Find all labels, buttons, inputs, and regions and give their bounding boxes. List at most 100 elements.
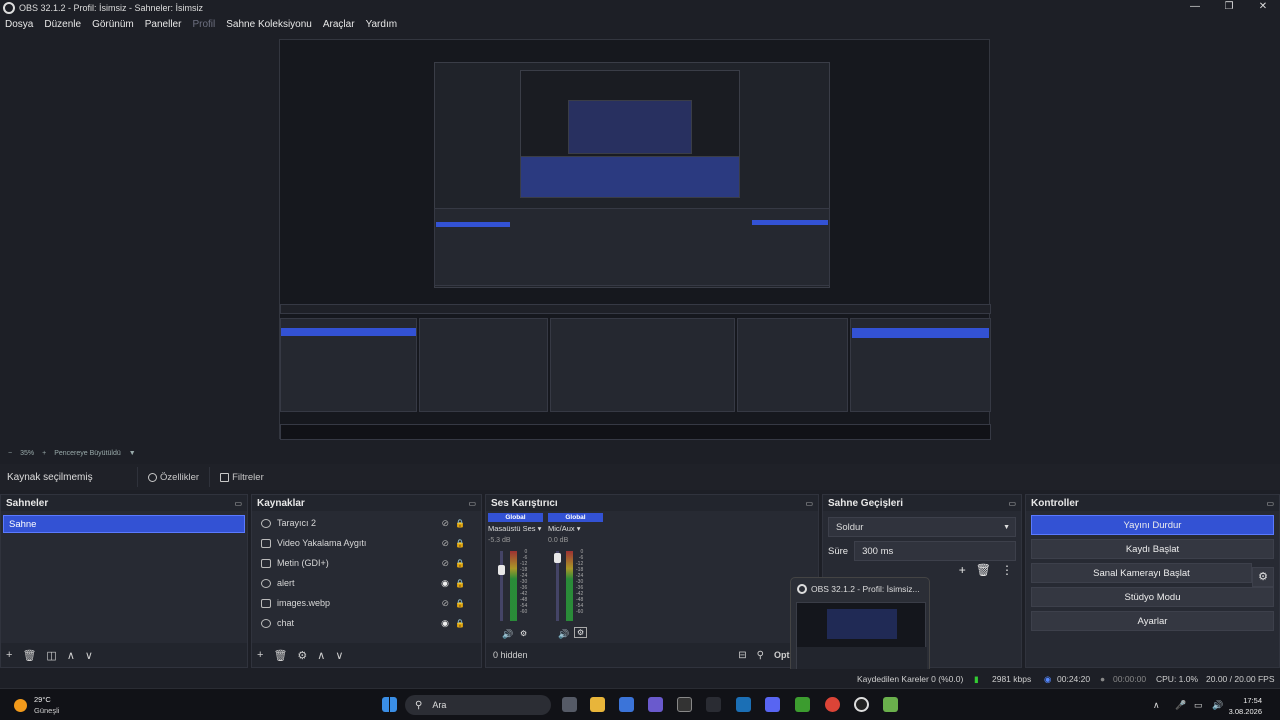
duration-input[interactable]: 300 ms	[854, 541, 1016, 561]
menu-scene-collection[interactable]: Sahne Koleksiyonu	[226, 19, 312, 30]
channel-settings-icon[interactable]: ⚙	[574, 627, 588, 638]
terminal-icon[interactable]	[677, 697, 692, 712]
close-icon[interactable]: ✕	[1246, 0, 1280, 14]
start-virtual-camera-button[interactable]: Sanal Kamerayı Başlat	[1093, 568, 1190, 579]
hidden-eye-icon[interactable]: ⊘	[441, 558, 449, 569]
volume-icon[interactable]: 🔊	[1212, 700, 1223, 711]
transition-select[interactable]: Soldur ▼	[828, 517, 1016, 537]
move-up-icon[interactable]: ∧	[67, 649, 75, 662]
source-row[interactable]: Metin (GDI+) ⊘ 🔒	[252, 553, 481, 573]
source-row[interactable]: alert ◉ 🔒	[252, 573, 481, 593]
add-scene-icon[interactable]: +	[6, 649, 12, 661]
file-explorer-icon[interactable]	[590, 697, 605, 712]
dock-menu-icon[interactable]: ▭	[468, 499, 476, 508]
nested-source-bar	[280, 304, 991, 314]
lock-icon[interactable]: 🔒	[455, 559, 465, 568]
source-row[interactable]: chat ◉ 🔒	[252, 613, 481, 633]
fader-handle[interactable]	[498, 565, 505, 575]
obs-taskbar-icon[interactable]	[854, 697, 869, 712]
speaker-icon[interactable]: 🔊	[502, 629, 513, 640]
remove-source-icon[interactable]: 🗑	[273, 649, 287, 662]
remove-transition-icon[interactable]: 🗑	[976, 563, 991, 577]
menu-help[interactable]: Yardım	[366, 19, 398, 30]
clock[interactable]: 17:54 3.08.2026	[1229, 695, 1262, 717]
game-icon[interactable]	[883, 697, 898, 712]
channel-settings-icon[interactable]: ⚙	[520, 629, 527, 638]
channel-name[interactable]: Mic/Aux ▾	[548, 524, 603, 533]
dock-menu-icon[interactable]: ▭	[234, 499, 242, 508]
lock-icon[interactable]: 🔒	[455, 519, 465, 528]
move-down-icon[interactable]: ∨	[85, 649, 93, 662]
more-options-icon[interactable]: ⋮	[1001, 563, 1013, 577]
app-icon[interactable]	[706, 697, 721, 712]
search-icon: ⚲	[415, 699, 423, 711]
move-down-icon[interactable]: ∨	[335, 649, 343, 662]
menu-view[interactable]: Görünüm	[92, 19, 134, 30]
virtual-camera-settings-icon[interactable]: ⚙	[1252, 567, 1274, 587]
studio-mode-button[interactable]: Stüdyo Modu	[1031, 587, 1274, 607]
dock-menu-icon[interactable]: ▭	[1266, 499, 1274, 508]
stop-streaming-button[interactable]: Yayını Durdur	[1031, 515, 1274, 535]
channel-name[interactable]: Masaüstü Ses ▾	[488, 524, 543, 533]
task-view-icon[interactable]	[562, 697, 577, 712]
zoom-in-button[interactable]: +	[42, 450, 46, 457]
lock-icon[interactable]: 🔒	[455, 579, 465, 588]
store-icon[interactable]	[619, 697, 634, 712]
minimize-icon[interactable]: —	[1178, 0, 1212, 14]
add-transition-icon[interactable]: +	[959, 563, 966, 577]
menu-file[interactable]: Dosya	[5, 19, 33, 30]
scene-filters-icon[interactable]: ◫	[46, 649, 56, 662]
filter-icon	[220, 472, 230, 482]
minecraft-icon[interactable]	[795, 697, 810, 712]
taskbar-search[interactable]: ⚲ Ara	[405, 695, 551, 715]
properties-label: Özellikler	[160, 471, 200, 483]
mixer-link-icon[interactable]: ⚲	[757, 650, 764, 661]
zoom-dropdown-icon[interactable]: ▼	[129, 450, 136, 457]
lock-icon[interactable]: 🔒	[455, 619, 465, 628]
menu-profile[interactable]: Profil	[192, 19, 215, 30]
properties-button[interactable]: Özellikler	[137, 467, 209, 487]
source-row[interactable]: Video Yakalama Aygıtı ⊘ 🔒	[252, 533, 481, 553]
steam-icon[interactable]	[736, 697, 751, 712]
speaker-icon[interactable]: 🔊	[558, 629, 569, 640]
hidden-eye-icon[interactable]: ⊘	[441, 518, 449, 529]
maximize-icon[interactable]: ❐	[1212, 0, 1246, 14]
start-icon[interactable]	[382, 697, 397, 712]
tray-chevron-icon[interactable]: ∧	[1153, 700, 1160, 711]
display-icon[interactable]: ▭	[1194, 700, 1203, 711]
zoom-out-button[interactable]: −	[8, 450, 12, 457]
dock-menu-icon[interactable]: ▭	[805, 499, 813, 508]
status-bar: Kaydedilen Kareler 0 (%0.0) ▮ 2981 kbps …	[0, 669, 1280, 688]
lock-icon[interactable]: 🔒	[455, 539, 465, 548]
preview-area[interactable]	[0, 33, 1280, 445]
hidden-eye-icon[interactable]: ⊘	[441, 598, 449, 609]
volume-fader[interactable]	[500, 551, 503, 621]
add-source-icon[interactable]: +	[257, 649, 263, 661]
sun-icon[interactable]	[14, 699, 27, 712]
fader-handle[interactable]	[554, 553, 561, 563]
settings-button[interactable]: Ayarlar	[1031, 611, 1274, 631]
taskbar-thumbnail-popup[interactable]: OBS 32.1.2 - Profil: İsimsiz...	[790, 577, 930, 673]
move-up-icon[interactable]: ∧	[317, 649, 325, 662]
source-properties-icon[interactable]: ⚙	[297, 649, 307, 662]
start-recording-button[interactable]: Kaydı Başlat	[1031, 539, 1274, 559]
visible-eye-icon[interactable]: ◉	[441, 618, 449, 629]
source-row[interactable]: images.webp ⊘ 🔒	[252, 593, 481, 613]
chrome-icon[interactable]	[825, 697, 840, 712]
microphone-icon[interactable]: 🎤	[1175, 700, 1186, 711]
dock-menu-icon[interactable]: ▭	[1008, 499, 1016, 508]
menu-tools[interactable]: Araçlar	[323, 19, 355, 30]
discord-icon[interactable]	[765, 697, 780, 712]
nested-capture-window-3	[568, 100, 692, 154]
filters-button[interactable]: Filtreler	[209, 467, 274, 487]
visible-eye-icon[interactable]: ◉	[441, 578, 449, 589]
remove-scene-icon[interactable]: 🗑	[22, 649, 36, 662]
menu-edit[interactable]: Düzenle	[44, 19, 81, 30]
source-row[interactable]: Tarayıcı 2 ⊘ 🔒	[252, 513, 481, 533]
lock-icon[interactable]: 🔒	[455, 599, 465, 608]
scene-item[interactable]: Sahne	[3, 515, 245, 533]
teams-icon[interactable]	[648, 697, 663, 712]
hidden-eye-icon[interactable]: ⊘	[441, 538, 449, 549]
mixer-layout-icon[interactable]: ⊟	[738, 650, 746, 661]
menu-docks[interactable]: Paneller	[145, 19, 182, 30]
